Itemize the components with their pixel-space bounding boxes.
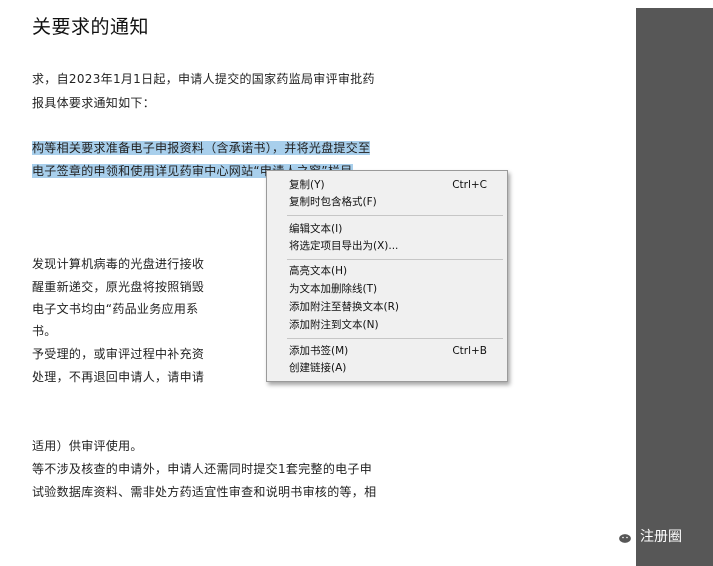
menu-item-add-bookmark[interactable]: 添加书签(M) Ctrl+B xyxy=(289,343,501,360)
side-panel xyxy=(636,8,713,566)
watermark: 注册圈 xyxy=(608,526,682,546)
menu-item-note-replace[interactable]: 添加附注至替换文本(R) xyxy=(289,299,501,316)
menu-item-shortcut: Ctrl+C xyxy=(452,179,487,191)
body-line: 等不涉及核查的申请外，申请人还需同时提交1套完整的电子申 xyxy=(32,462,373,476)
body-line: 报具体要求通知如下： xyxy=(32,96,156,110)
selected-line[interactable]: 构等相关要求准备电子申报资料（含承诺书），并将光盘提交至 xyxy=(32,140,371,156)
menu-item-label: 复制(Y) xyxy=(289,179,325,191)
context-menu[interactable]: 复制(Y) Ctrl+C 复制时包含格式(F) 编辑文本(I) 将选定项目导出为… xyxy=(266,170,508,382)
menu-separator xyxy=(287,215,503,216)
menu-item-label: 将选定项目导出为(X)... xyxy=(289,240,399,252)
body-line: 电子文书均由“药品业务应用系 xyxy=(32,302,199,316)
watermark-text: 注册圈 xyxy=(640,529,682,545)
body-line: 书。 xyxy=(32,324,57,338)
menu-item-label: 高亮文本(H) xyxy=(289,265,348,277)
wechat-icon xyxy=(609,527,633,545)
selection-highlight[interactable]: 构等相关要求准备电子申报资料（含承诺书），并将光盘提交至 xyxy=(32,141,371,155)
menu-item-copy[interactable]: 复制(Y) Ctrl+C xyxy=(289,177,501,194)
menu-item-label: 添加书签(M) xyxy=(289,345,349,357)
menu-item-label: 添加附注到文本(N) xyxy=(289,319,379,331)
body-line: 求，自2023年1月1日起，申请人提交的国家药监局审评审批药 xyxy=(32,72,375,86)
body-line: 予受理的，或审评过程中补充资 xyxy=(32,347,205,361)
menu-item-note-text[interactable]: 添加附注到文本(N) xyxy=(289,317,501,334)
menu-item-label: 复制时包含格式(F) xyxy=(289,196,377,208)
body-line: 醒重新递交，原光盘将按照销毁 xyxy=(32,280,205,294)
menu-item-edit-text[interactable]: 编辑文本(I) xyxy=(289,221,501,238)
menu-item-highlight[interactable]: 高亮文本(H) xyxy=(289,263,501,280)
menu-item-label: 为文本加删除线(T) xyxy=(289,283,378,295)
body-line: 处理，不再退回申请人，请申请 xyxy=(32,370,205,384)
menu-item-label: 添加附注至替换文本(R) xyxy=(289,301,399,313)
menu-item-copy-with-format[interactable]: 复制时包含格式(F) xyxy=(289,194,501,211)
menu-item-shortcut: Ctrl+B xyxy=(452,345,487,357)
menu-item-label: 编辑文本(I) xyxy=(289,223,343,235)
menu-item-export-selection[interactable]: 将选定项目导出为(X)... xyxy=(289,238,501,255)
body-line: 试验数据库资料、需非处方药适宜性审查和说明书审核的等，相 xyxy=(32,485,377,499)
body-line: 适用）供审评使用。 xyxy=(32,439,143,453)
page-title: 关要求的通知 xyxy=(32,16,150,38)
body-line: 发现计算机病毒的光盘进行接收 xyxy=(32,257,205,271)
menu-separator xyxy=(287,259,503,260)
menu-item-label: 创建链接(A) xyxy=(289,362,347,374)
menu-item-strikethrough[interactable]: 为文本加删除线(T) xyxy=(289,281,501,298)
menu-item-create-link[interactable]: 创建链接(A) xyxy=(289,360,501,377)
menu-separator xyxy=(287,338,503,339)
